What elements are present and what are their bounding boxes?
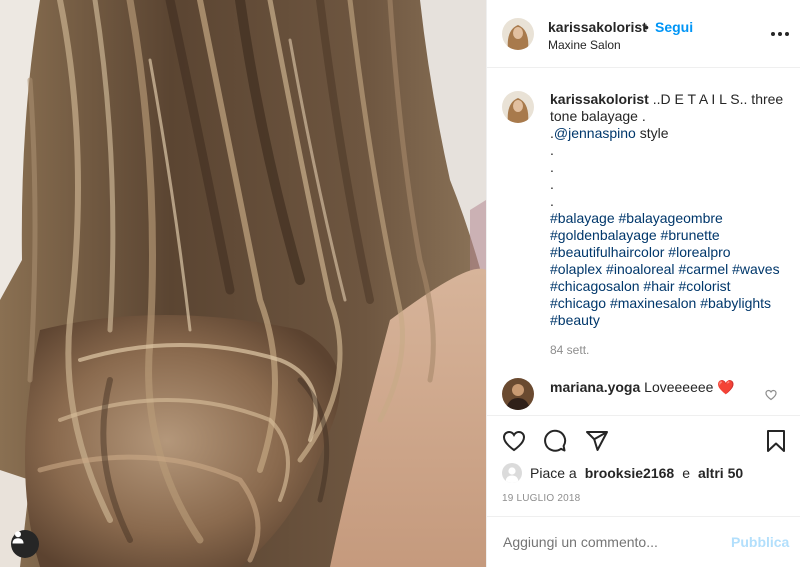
publish-comment-button[interactable]: Pubblica — [731, 534, 789, 550]
person-icon — [12, 531, 24, 544]
likes-prefix: Piace a — [530, 465, 577, 481]
comment-input[interactable] — [503, 534, 723, 550]
post-side-panel: karissakolorist • Segui Maxine Salon kar… — [486, 0, 800, 567]
hashtag-link[interactable]: #hair — [643, 278, 674, 294]
hashtag-link[interactable]: #waves — [732, 261, 779, 277]
follow-button[interactable]: Segui — [655, 19, 693, 35]
commenter-username[interactable]: mariana.yoga — [550, 379, 640, 395]
author-avatar[interactable] — [502, 18, 534, 50]
caption-line: . — [550, 176, 554, 192]
likes-summary: Piace a brooksie2168 e altri 50 — [502, 462, 743, 484]
caption-timestamp[interactable]: 84 sett. — [550, 343, 589, 357]
location-link[interactable]: Maxine Salon — [548, 38, 621, 52]
hashtag-link[interactable]: #inoaloreal — [606, 261, 675, 277]
caption-line: . — [550, 159, 554, 175]
mention-link[interactable]: @jennaspino — [554, 125, 636, 141]
caption-mention-suffix: style — [635, 125, 669, 141]
likes-conjunction: e — [682, 465, 690, 481]
caption-username[interactable]: karissakolorist — [550, 91, 649, 107]
hashtag-link[interactable]: #goldenbalayage — [550, 227, 657, 243]
liker-avatar[interactable] — [502, 463, 522, 483]
add-comment-bar: Pubblica — [487, 516, 800, 567]
more-options-icon[interactable] — [771, 29, 789, 39]
hashtag-link[interactable]: #lorealpro — [668, 244, 730, 260]
action-bar — [487, 417, 800, 467]
caption-line: . — [550, 142, 554, 158]
hashtag-link[interactable]: #carmel — [678, 261, 728, 277]
hashtag-link[interactable]: #chicagosalon — [550, 278, 640, 294]
hashtag-link[interactable]: #babylights — [700, 295, 771, 311]
hashtag-link[interactable]: #beautifulhaircolor — [550, 244, 664, 260]
caption-author-avatar[interactable] — [502, 91, 534, 123]
hashtag-link[interactable]: #brunette — [661, 227, 720, 243]
post-photo[interactable] — [0, 0, 486, 567]
likes-others-count[interactable]: altri 50 — [698, 465, 743, 481]
hashtag-link[interactable]: #colorist — [678, 278, 730, 294]
heart-icon[interactable] — [502, 429, 526, 453]
comment-body: Loveeeeee — [644, 379, 714, 395]
post-date[interactable]: 19 LUGLIO 2018 — [502, 493, 580, 504]
paper-plane-icon[interactable] — [585, 429, 609, 453]
hashtag-link[interactable]: #beauty — [550, 312, 600, 328]
header-separator: • — [644, 19, 649, 35]
instagram-post: karissakolorist • Segui Maxine Salon kar… — [0, 0, 800, 567]
hashtag-link[interactable]: #balayageombre — [619, 210, 723, 226]
caption-line: . — [550, 193, 554, 209]
post-caption: karissakolorist ..D E T A I L S.. three … — [487, 68, 800, 364]
hashtag-link[interactable]: #chicago — [550, 295, 606, 311]
hair-photo-image — [0, 0, 486, 567]
hashtag-link[interactable]: #balayage — [550, 210, 615, 226]
post-header: karissakolorist • Segui Maxine Salon — [487, 0, 800, 68]
hashtag-link[interactable]: #maxinesalon — [610, 295, 696, 311]
hashtag-link[interactable]: #olaplex — [550, 261, 602, 277]
commenter-avatar[interactable] — [502, 378, 534, 410]
comment-text: mariana.yoga Loveeeeee ❤️ — [550, 379, 735, 396]
heart-emoji: ❤️ — [717, 379, 735, 395]
liker-username[interactable]: brooksie2168 — [585, 465, 675, 481]
bookmark-icon[interactable] — [764, 429, 788, 453]
comment-icon[interactable] — [543, 429, 567, 453]
comment-item: mariana.yoga Loveeeeee ❤️ — [487, 364, 800, 416]
caption-text: karissakolorist ..D E T A I L S.. three … — [550, 91, 785, 329]
author-username[interactable]: karissakolorist — [548, 19, 647, 35]
comment-like-heart-icon[interactable] — [765, 389, 777, 401]
tagged-users-button[interactable] — [11, 530, 39, 558]
